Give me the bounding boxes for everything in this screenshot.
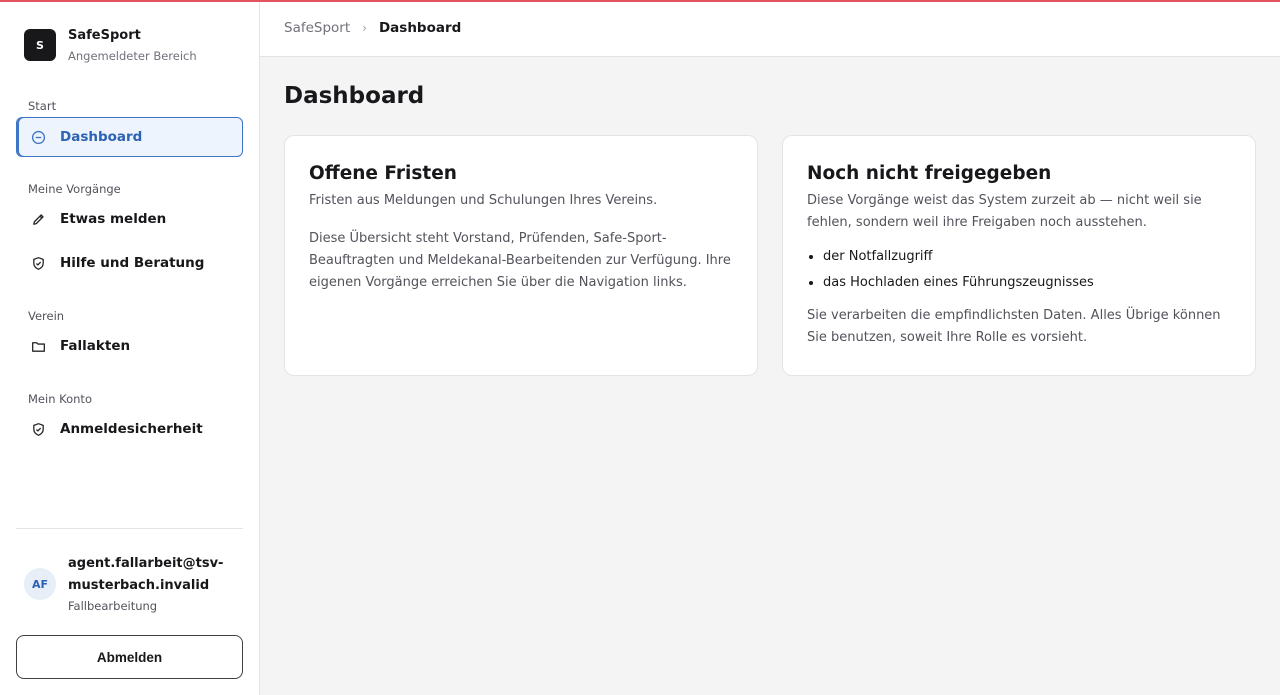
- card-subtitle: Fristen aus Meldungen und Schulungen Ihr…: [309, 193, 658, 208]
- sidebar-divider: [16, 528, 243, 529]
- logout-button[interactable]: Abmelden: [16, 635, 243, 679]
- folder-icon: [30, 338, 46, 354]
- sidebar-item-dashboard[interactable]: Dashboard: [16, 117, 243, 157]
- brand-subtitle: Angemeldeter Bereich: [68, 49, 197, 63]
- top-accent-line: [0, 0, 1280, 2]
- brand-title: SafeSport: [68, 28, 141, 43]
- brand: S SafeSport Angemeldeter Bereich: [24, 28, 197, 64]
- breadcrumb: SafeSport › Dashboard: [284, 20, 461, 36]
- sidebar-item-label: Etwas melden: [60, 211, 167, 227]
- sidebar-item-hilfe-und-beratung[interactable]: Hilfe und Beratung: [16, 243, 243, 283]
- card-title: Offene Fristen: [309, 163, 457, 184]
- chevron-right-icon: ›: [362, 21, 367, 35]
- pencil-icon: [30, 211, 46, 227]
- card-title: Noch nicht freigegeben: [807, 163, 1052, 184]
- breadcrumb-current: Dashboard: [378, 20, 462, 36]
- card-body: Diese Übersicht steht Vorstand, Prüfende…: [309, 230, 731, 290]
- sidebar-item-label: Fallakten: [60, 338, 131, 354]
- list-item: das Hochladen eines Führungszeugnisses: [823, 274, 1231, 291]
- brand-logo: S: [24, 29, 56, 61]
- sidebar-item-label: Anmeldesicherheit: [60, 421, 203, 437]
- shield-check-icon: [30, 255, 46, 271]
- nav-section-mein-konto: Mein Konto: [28, 392, 92, 406]
- user-email: agent.fallarbeit@tsv-musterbach.invalid: [68, 556, 224, 593]
- card-body: Sie verarbeiten die empfindlichsten Date…: [807, 308, 1221, 345]
- nav-section-start: Start: [28, 99, 57, 113]
- sidebar-item-etwas-melden[interactable]: Etwas melden: [16, 199, 243, 239]
- card-offene-fristen: Offene Fristen Fristen aus Meldungen und…: [284, 135, 758, 376]
- card-subtitle: Diese Vorgänge weist das System zurzeit …: [807, 193, 1202, 230]
- nav-section-verein: Verein: [28, 309, 65, 323]
- shield-check-icon: [30, 421, 46, 437]
- user-info: AF agent.fallarbeit@tsv-musterbach.inval…: [24, 553, 228, 614]
- page-title: Dashboard: [284, 83, 425, 109]
- sidebar-item-anmeldesicherheit[interactable]: Anmeldesicherheit: [16, 409, 243, 449]
- user-role: Fallbearbeitung: [68, 599, 158, 613]
- avatar: AF: [24, 568, 56, 600]
- sidebar-item-label: Dashboard: [60, 129, 143, 145]
- breadcrumb-root-link[interactable]: SafeSport: [284, 20, 350, 36]
- sidebar: S SafeSport Angemeldeter Bereich Start D…: [0, 0, 260, 695]
- list-item: der Notfallzugriff: [823, 248, 1231, 265]
- top-bar: SafeSport › Dashboard: [260, 0, 1280, 57]
- sidebar-item-label: Hilfe und Beratung: [60, 255, 205, 271]
- pending-list: der Notfallzugriff das Hochladen eines F…: [807, 248, 1231, 291]
- nav-section-meine-vorgaenge: Meine Vorgänge: [28, 182, 121, 196]
- sidebar-item-fallakten[interactable]: Fallakten: [16, 326, 243, 366]
- dashboard-icon: [30, 129, 46, 145]
- card-noch-nicht-freigegeben: Noch nicht freigegeben Diese Vorgänge we…: [782, 135, 1256, 376]
